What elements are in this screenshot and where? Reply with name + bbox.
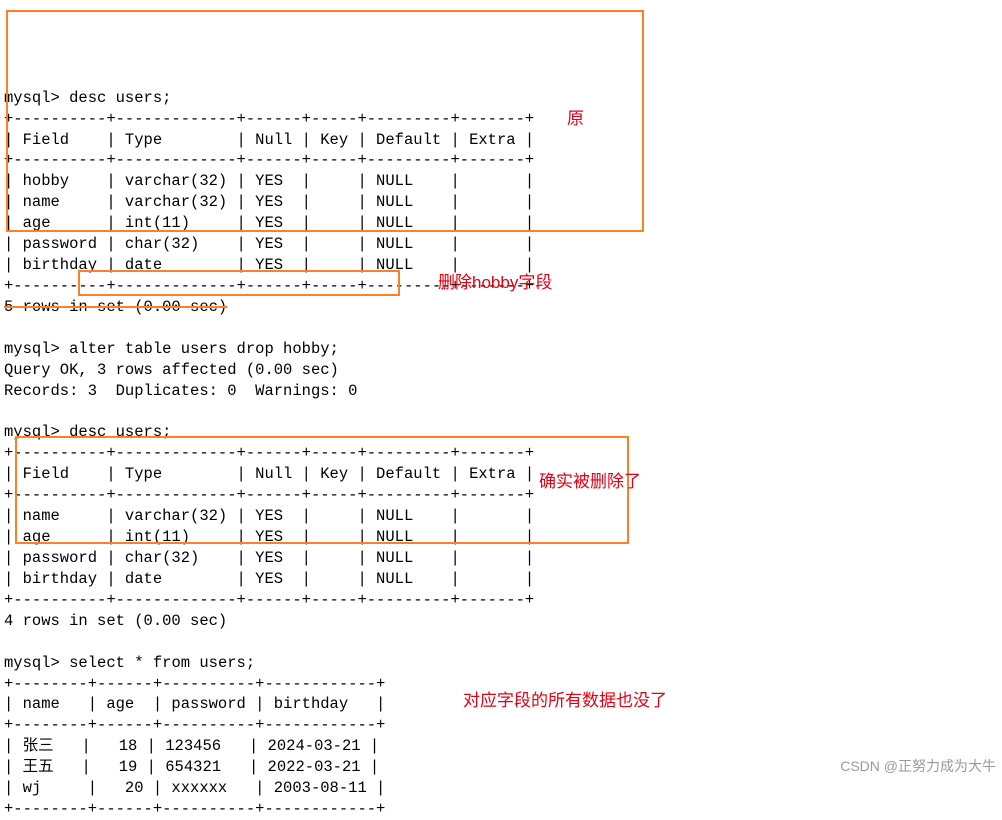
select-line[interactable]: mysql> select * from users; bbox=[4, 653, 998, 674]
desc1-row-0: | hobby | varchar(32) | YES | | NULL | | bbox=[4, 172, 534, 190]
sel-border-end: +--------+------+----------+------------… bbox=[4, 800, 385, 818]
sel-header: | name | age | password | birthday | bbox=[4, 695, 385, 713]
desc1-line[interactable]: mysql> desc users; bbox=[4, 88, 998, 109]
desc2-row-2: | password | char(32) | YES | | NULL | | bbox=[4, 549, 534, 567]
alter-line[interactable]: mysql> alter table users drop hobby; bbox=[4, 339, 998, 360]
sel-row-0: | 张三 | 18 | 123456 | 2024-03-21 | bbox=[4, 737, 379, 755]
desc1-row-3: | password | char(32) | YES | | NULL | | bbox=[4, 235, 534, 253]
note-data-gone: 对应字段的所有数据也没了 bbox=[463, 690, 667, 713]
desc2-border-mid: +----------+-------------+------+-----+-… bbox=[4, 486, 534, 504]
note-original: 原 bbox=[567, 108, 584, 131]
desc2-header: | Field | Type | Null | Key | Default | … bbox=[4, 465, 534, 483]
desc2-row-0: | name | varchar(32) | YES | | NULL | | bbox=[4, 507, 534, 525]
note-confirmed-deleted: 确实被删除了 bbox=[539, 471, 641, 494]
watermark: CSDN @正努力成为大牛 bbox=[840, 757, 996, 776]
desc1-border-mid: +----------+-------------+------+-----+-… bbox=[4, 151, 534, 169]
desc1-row-2: | age | int(11) | YES | | NULL | | bbox=[4, 214, 534, 232]
rowcount2: 4 rows in set (0.00 sec) bbox=[4, 612, 227, 630]
rowcount1: 5 rows in set (0.00 sec) bbox=[4, 298, 227, 316]
sel-row-1: | 王五 | 19 | 654321 | 2022-03-21 | bbox=[4, 758, 379, 776]
desc2-border-end: +----------+-------------+------+-----+-… bbox=[4, 591, 534, 609]
sel-border-top: +--------+------+----------+------------… bbox=[4, 675, 385, 693]
desc1-border-top: +----------+-------------+------+-----+-… bbox=[4, 110, 534, 128]
sel-border-mid: +--------+------+----------+------------… bbox=[4, 716, 385, 734]
desc2-row-1: | age | int(11) | YES | | NULL | | bbox=[4, 528, 534, 546]
desc2-row-3: | birthday | date | YES | | NULL | | bbox=[4, 570, 534, 588]
note-delete-field: 删除hobby字段 bbox=[438, 272, 552, 295]
desc2-border-top: +----------+-------------+------+-----+-… bbox=[4, 444, 534, 462]
alter-res2: Records: 3 Duplicates: 0 Warnings: 0 bbox=[4, 382, 357, 400]
alter-res1: Query OK, 3 rows affected (0.00 sec) bbox=[4, 361, 339, 379]
desc1-row-1: | name | varchar(32) | YES | | NULL | | bbox=[4, 193, 534, 211]
desc2-line[interactable]: mysql> desc users; bbox=[4, 422, 998, 443]
desc1-header: | Field | Type | Null | Key | Default | … bbox=[4, 131, 534, 149]
